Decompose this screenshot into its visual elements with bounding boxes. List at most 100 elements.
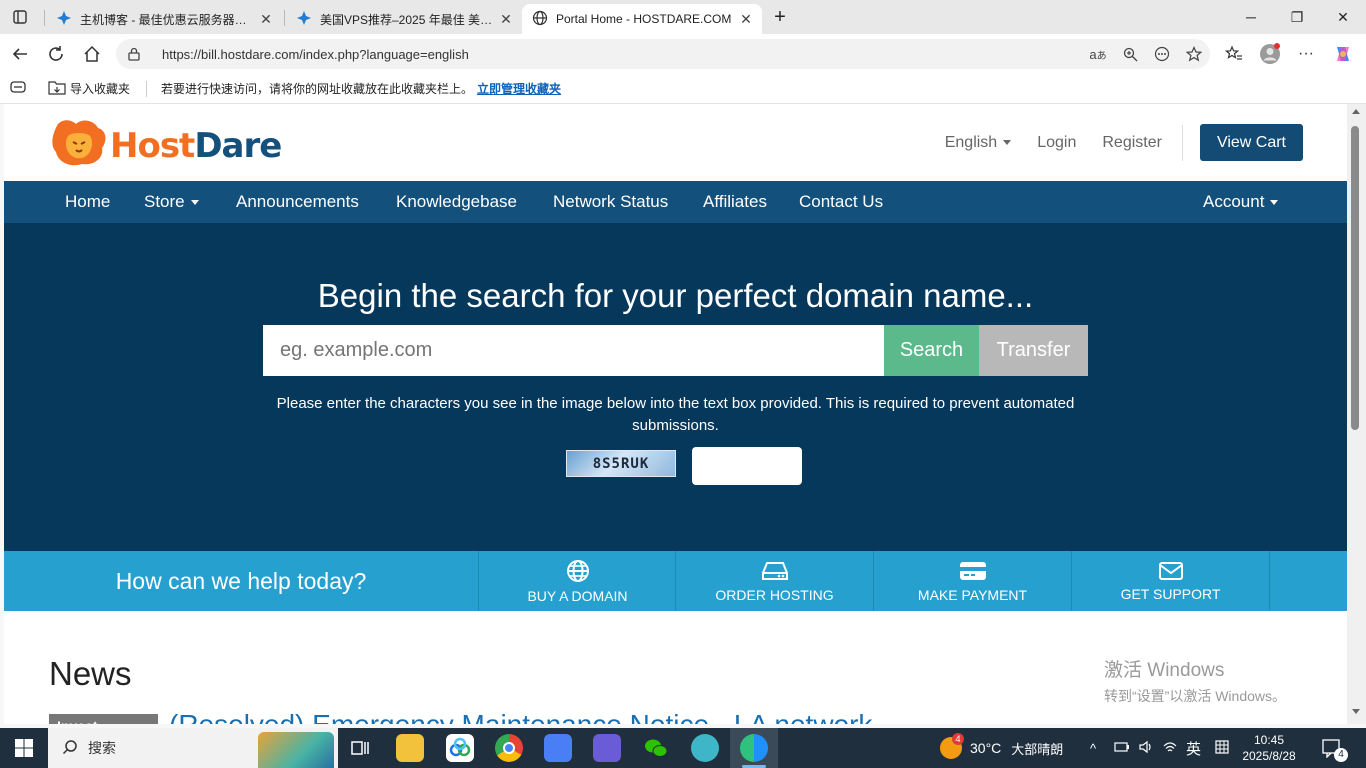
zoom-icon[interactable] xyxy=(1114,47,1146,62)
nav-knowledgebase[interactable]: Knowledgebase xyxy=(396,192,517,212)
wifi-icon[interactable] xyxy=(1162,740,1178,757)
hostdare-logo[interactable]: HostDare xyxy=(50,118,282,173)
refresh-button[interactable] xyxy=(40,38,72,70)
url-text[interactable]: https://bill.hostdare.com/index.php?lang… xyxy=(162,47,1082,62)
notification-center-icon[interactable]: 4 xyxy=(1322,728,1348,768)
url-field[interactable]: https://bill.hostdare.com/index.php?lang… xyxy=(116,39,1210,69)
edge-browser-icon[interactable] xyxy=(740,734,768,762)
browser-tab-bar: 主机博客 - 最佳优惠云服务器、便 ✕ 美国VPS推荐–2025 年最佳 美国v… xyxy=(0,0,1366,34)
main-navigation: Home Store Announcements Knowledgebase N… xyxy=(4,181,1347,223)
help-bar: How can we help today? BUY A DOMAIN ORDE… xyxy=(4,551,1347,611)
captcha-instructions: Please enter the characters you see in t… xyxy=(276,395,1075,434)
captcha-image: 8S5RUK xyxy=(566,450,676,477)
sidebar-toggle-icon[interactable] xyxy=(10,81,26,96)
home-button[interactable] xyxy=(76,38,108,70)
close-tab-icon[interactable]: ✕ xyxy=(498,11,514,28)
buy-domain-button[interactable]: BUY A DOMAIN xyxy=(478,551,676,611)
server-icon xyxy=(761,561,788,580)
news-item-link[interactable]: (Resolved) Emergency Maintenance Notice … xyxy=(169,709,872,724)
star-logo-icon xyxy=(296,10,312,29)
web-page: HostDare English Login Register View Car… xyxy=(4,104,1347,724)
browser-tab-1[interactable]: 主机博客 - 最佳优惠云服务器、便 ✕ xyxy=(46,4,282,34)
weather-sun-icon: 4 xyxy=(940,733,964,759)
notes-app-icon[interactable] xyxy=(544,734,572,762)
tab-actions-icon[interactable] xyxy=(2,0,38,34)
wechat-icon[interactable] xyxy=(642,734,670,762)
chrome-icon[interactable] xyxy=(495,734,523,762)
site-info-icon[interactable] xyxy=(118,47,150,61)
manage-favorites-link[interactable]: 立即管理收藏夹 xyxy=(477,80,561,97)
import-favorites-link[interactable]: 导入收藏夹 xyxy=(70,80,130,97)
close-tab-icon[interactable]: ✕ xyxy=(258,11,274,28)
scroll-up-arrow-icon[interactable] xyxy=(1352,109,1360,114)
domain-search-input[interactable] xyxy=(263,325,884,376)
favorites-hint: 若要进行快速访问，请将你的网址收藏放在此收藏夹栏上。 xyxy=(161,82,474,96)
favorite-star-icon[interactable] xyxy=(1178,46,1210,62)
chevron-up-icon[interactable]: ^ xyxy=(1090,741,1104,756)
restore-button[interactable]: ❐ xyxy=(1274,0,1320,34)
scrollbar-thumb[interactable] xyxy=(1351,126,1359,430)
search-highlight-image xyxy=(258,732,334,768)
language-dropdown[interactable]: English xyxy=(945,134,1012,152)
security-app-icon[interactable] xyxy=(593,734,621,762)
news-heading: News xyxy=(49,655,132,692)
new-tab-button[interactable]: + xyxy=(766,0,794,34)
get-support-button[interactable]: GET SUPPORT xyxy=(1071,551,1269,611)
windows-start-icon[interactable] xyxy=(10,734,38,762)
nav-affiliates[interactable]: Affiliates xyxy=(703,192,767,212)
news-section: News Invest... (Resolved) Emergency Main… xyxy=(4,611,1347,724)
login-link[interactable]: Login xyxy=(1037,134,1076,152)
speaker-icon[interactable] xyxy=(1138,740,1154,757)
help-title: How can we help today? xyxy=(115,567,367,594)
close-tab-icon[interactable]: ✕ xyxy=(738,11,754,28)
nav-contact-us[interactable]: Contact Us xyxy=(799,192,883,212)
favorites-icon[interactable] xyxy=(1218,38,1250,70)
top-navigation: English Login Register View Cart xyxy=(919,124,1303,161)
nav-network-status[interactable]: Network Status xyxy=(553,192,668,212)
browser-tab-active[interactable]: Portal Home - HOSTDARE.COM ✕ xyxy=(522,4,762,34)
cloud-drive-icon[interactable] xyxy=(446,734,474,762)
copilot-icon[interactable] xyxy=(1327,38,1359,70)
ime-indicator[interactable]: 英 xyxy=(1186,738,1201,759)
browser-tab-2[interactable]: 美国VPS推荐–2025 年最佳 美国vp ✕ xyxy=(286,4,522,34)
battery-icon[interactable] xyxy=(1114,741,1130,756)
view-cart-button[interactable]: View Cart xyxy=(1199,124,1303,161)
feather-app-icon[interactable] xyxy=(691,734,719,762)
credit-card-icon xyxy=(959,561,986,580)
minimize-button[interactable]: ─ xyxy=(1228,0,1274,34)
weather-widget[interactable]: 4 30°C 大部晴朗 xyxy=(940,728,1063,768)
scroll-down-arrow-icon[interactable] xyxy=(1352,709,1360,714)
nav-announcements[interactable]: Announcements xyxy=(236,192,359,212)
divider xyxy=(1181,124,1183,161)
make-payment-button[interactable]: MAKE PAYMENT xyxy=(873,551,1071,611)
envelope-icon xyxy=(1158,561,1183,580)
tab-label: Portal Home - HOSTDARE.COM xyxy=(556,12,732,26)
taskbar-search-box[interactable]: 搜索 xyxy=(48,728,338,768)
nav-store[interactable]: Store xyxy=(144,192,199,212)
keyboard-grid-icon[interactable] xyxy=(1215,739,1229,757)
extensions-icon[interactable] xyxy=(1146,46,1178,62)
settings-more-icon[interactable]: ··· xyxy=(1290,38,1322,70)
system-tray: ^ 英 xyxy=(1090,728,1229,768)
register-link[interactable]: Register xyxy=(1102,134,1162,152)
divider xyxy=(1269,551,1347,611)
page-scrollbar[interactable] xyxy=(1347,104,1366,724)
order-hosting-button[interactable]: ORDER HOSTING xyxy=(675,551,873,611)
nav-account[interactable]: Account xyxy=(1203,192,1279,212)
hero-title: Begin the search for your perfect domain… xyxy=(317,277,1034,314)
star-logo-icon xyxy=(56,10,72,29)
search-button[interactable]: Search xyxy=(884,325,979,376)
file-explorer-icon[interactable] xyxy=(396,734,424,762)
clock[interactable]: 10:45 2025/8/28 xyxy=(1242,728,1295,768)
windows-taskbar: 搜索 4 30°C 大部晴朗 ^ 英 10:45 2025/8/28 4 xyxy=(0,728,1366,768)
nav-home[interactable]: Home xyxy=(65,192,110,212)
close-window-button[interactable]: ✕ xyxy=(1320,0,1366,34)
read-aloud-icon[interactable]: aあ xyxy=(1082,47,1114,62)
back-button[interactable] xyxy=(4,38,36,70)
site-header: HostDare English Login Register View Car… xyxy=(4,104,1347,181)
transfer-button[interactable]: Transfer xyxy=(979,325,1088,376)
captcha-input[interactable] xyxy=(692,447,802,485)
profile-avatar[interactable] xyxy=(1254,38,1286,70)
logo-text: HostDare xyxy=(110,125,282,166)
task-view-icon[interactable] xyxy=(346,734,374,762)
